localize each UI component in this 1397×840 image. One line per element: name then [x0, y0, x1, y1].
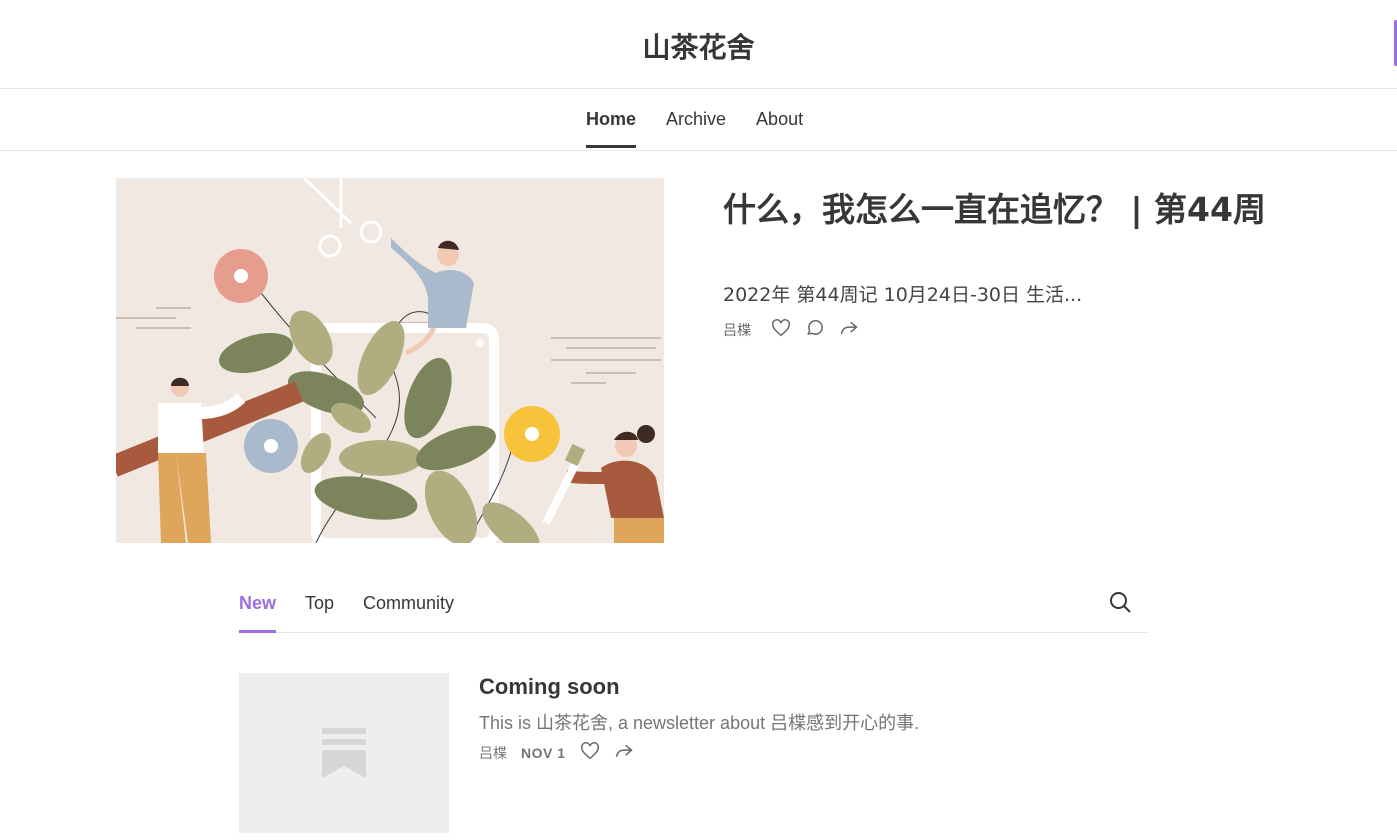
- featured-post-title[interactable]: 什么，我怎么一直在追忆？ | 第44周: [723, 190, 1283, 230]
- share-icon[interactable]: [614, 741, 634, 765]
- heart-icon[interactable]: [771, 319, 791, 341]
- main-nav: Home Archive About: [0, 89, 1397, 151]
- featured-post-image[interactable]: [116, 178, 664, 543]
- post-date: NOV 1: [521, 745, 566, 761]
- post-title[interactable]: Coming soon: [479, 674, 620, 700]
- heart-icon[interactable]: [580, 742, 600, 764]
- featured-post-meta: 吕楪: [723, 318, 859, 342]
- tab-top[interactable]: Top: [305, 593, 334, 630]
- comment-icon[interactable]: [805, 318, 825, 342]
- nav-about[interactable]: About: [756, 89, 803, 150]
- post-meta: 吕楪 NOV 1: [479, 741, 634, 765]
- tab-community[interactable]: Community: [363, 593, 454, 630]
- post-author[interactable]: 吕楪: [479, 743, 507, 763]
- post-subtitle: This is 山茶花舍, a newsletter about 吕楪感到开心的…: [479, 713, 920, 733]
- share-icon[interactable]: [839, 318, 859, 342]
- featured-post-author[interactable]: 吕楪: [723, 320, 751, 340]
- illustration-people-plant: [116, 178, 664, 543]
- featured-post-subtitle: 2022年 第44周记 10月24日-30日 生活...: [723, 284, 1083, 306]
- site-header: 山茶花舍: [0, 0, 1397, 89]
- site-title[interactable]: 山茶花舍: [0, 26, 1397, 66]
- search-icon[interactable]: [1108, 590, 1132, 618]
- nav-archive[interactable]: Archive: [666, 89, 726, 150]
- nav-home[interactable]: Home: [586, 89, 637, 150]
- post-thumbnail[interactable]: [239, 673, 449, 833]
- bookmark-logo-icon: [322, 728, 366, 778]
- tab-new[interactable]: New: [239, 593, 277, 633]
- post-tabs: New Top Community: [239, 578, 1148, 633]
